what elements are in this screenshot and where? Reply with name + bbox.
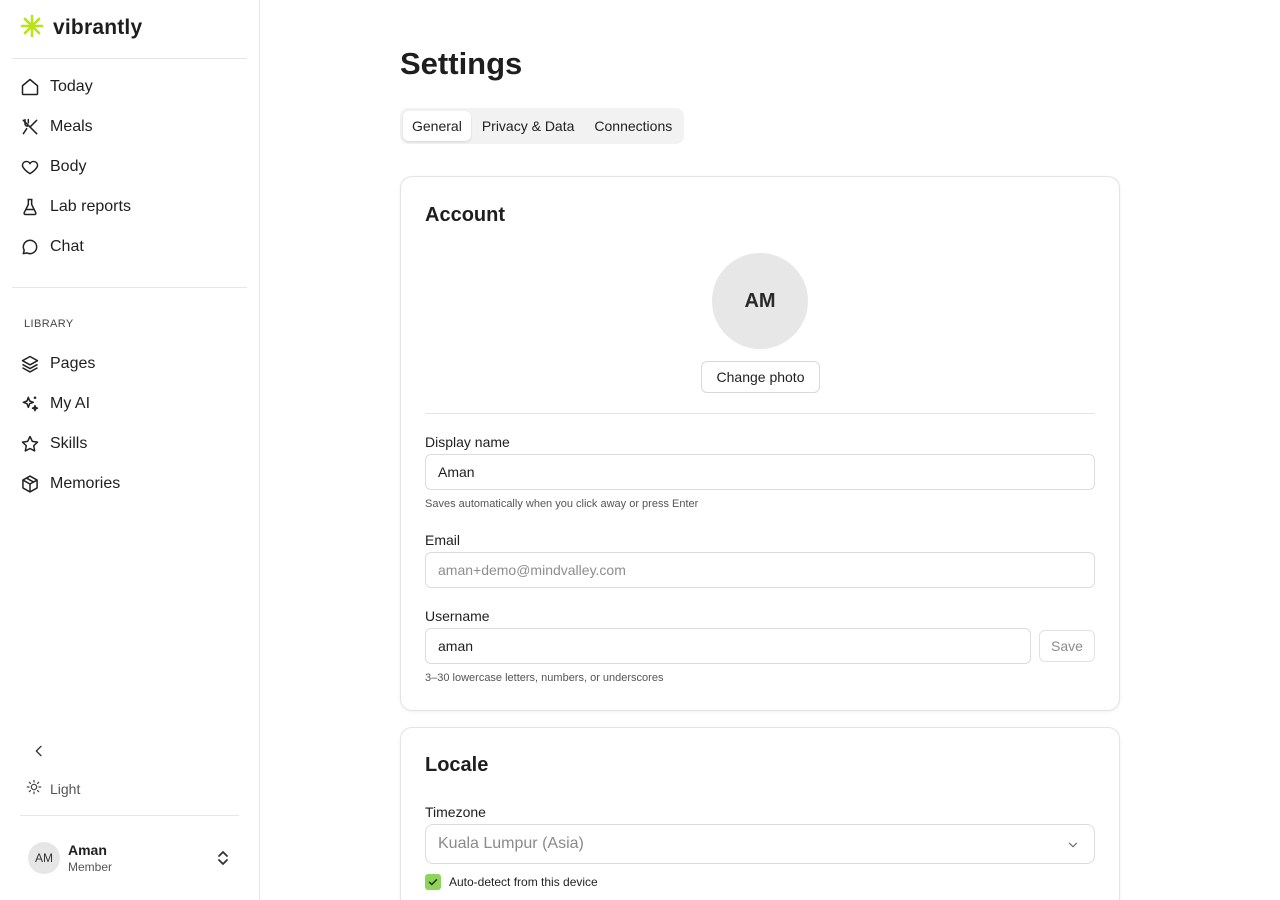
flask-icon <box>20 197 40 217</box>
sidebar: vibrantly Today Meals Body Lab reports C… <box>0 0 260 900</box>
user-menu[interactable]: AM Aman Member <box>20 834 240 882</box>
sidebar-divider <box>12 287 247 288</box>
sidebar-item-meals[interactable]: Meals <box>12 110 246 144</box>
tab-general[interactable]: General <box>403 111 471 141</box>
library-section-label: LIBRARY <box>24 318 74 330</box>
heart-icon <box>20 157 40 177</box>
sidebar-item-body[interactable]: Body <box>12 150 246 184</box>
chevron-left-icon <box>31 743 47 764</box>
avatar: AM <box>712 253 808 349</box>
sidebar-item-label: Lab reports <box>50 198 131 215</box>
user-info: Aman Member <box>68 842 112 874</box>
display-name-hint: Saves automatically when you click away … <box>425 498 699 510</box>
username-hint: 3–30 lowercase letters, numbers, or unde… <box>425 672 664 684</box>
sidebar-item-label: Memories <box>50 475 121 492</box>
sidebar-item-label: Today <box>50 78 93 95</box>
settings-tabs: General Privacy & Data Connections <box>400 108 685 144</box>
tab-privacy-data[interactable]: Privacy & Data <box>473 111 584 141</box>
sidebar-item-label: Chat <box>50 238 84 255</box>
sidebar-item-my-ai[interactable]: My AI <box>12 387 246 421</box>
auto-detect-timezone[interactable]: Auto-detect from this device <box>425 874 598 890</box>
tab-connections[interactable]: Connections <box>585 111 681 141</box>
timezone-label: Timezone <box>425 804 486 820</box>
user-name: Aman <box>68 842 107 858</box>
locale-card: Locale Timezone Kuala Lumpur (Asia) Auto… <box>400 727 1120 900</box>
brand-logo[interactable]: vibrantly <box>20 14 143 43</box>
asterisk-logo-icon <box>20 14 44 43</box>
sidebar-item-lab-reports[interactable]: Lab reports <box>12 190 246 224</box>
account-divider <box>425 413 1095 414</box>
change-photo-button[interactable]: Change photo <box>701 361 820 393</box>
sidebar-item-chat[interactable]: Chat <box>12 230 246 264</box>
sidebar-item-skills[interactable]: Skills <box>12 427 246 461</box>
sidebar-item-label: Meals <box>50 118 93 135</box>
username-label: Username <box>425 608 490 624</box>
sidebar-divider <box>20 815 239 816</box>
sidebar-divider <box>12 58 247 59</box>
theme-toggle[interactable]: Light <box>26 779 80 799</box>
email-field[interactable]: aman+demo@mindvalley.com <box>425 552 1095 588</box>
sidebar-item-label: Pages <box>50 355 96 372</box>
chat-bubble-icon <box>20 237 40 257</box>
save-username-button[interactable]: Save <box>1039 630 1095 662</box>
collapse-sidebar-button[interactable] <box>28 742 50 764</box>
auto-detect-label: Auto-detect from this device <box>449 875 598 889</box>
display-name-label: Display name <box>425 434 510 450</box>
auto-detect-checkbox[interactable] <box>425 874 441 890</box>
sidebar-item-label: Body <box>50 158 87 175</box>
timezone-select[interactable]: Kuala Lumpur (Asia) <box>425 824 1095 864</box>
sidebar-item-label: Skills <box>50 435 88 452</box>
star-icon <box>20 434 40 454</box>
avatar: AM <box>28 842 60 874</box>
sparkles-icon <box>20 394 40 414</box>
cube-icon <box>20 474 40 494</box>
username-field[interactable]: aman <box>425 628 1031 664</box>
theme-label: Light <box>50 781 81 797</box>
sidebar-item-today[interactable]: Today <box>12 70 246 104</box>
brand-name: vibrantly <box>53 16 143 39</box>
sidebar-item-memories[interactable]: Memories <box>12 467 246 501</box>
locale-title: Locale <box>425 754 489 776</box>
account-title: Account <box>425 204 505 226</box>
sidebar-item-label: My AI <box>50 395 91 412</box>
checkmark-icon <box>428 879 438 886</box>
timezone-value: Kuala Lumpur (Asia) <box>438 835 584 852</box>
utensils-crossed-icon <box>20 117 40 137</box>
layers-icon <box>20 354 40 374</box>
user-role: Member <box>68 860 113 874</box>
chevron-down-icon <box>1066 838 1080 857</box>
chevron-up-down-icon <box>216 850 230 871</box>
email-label: Email <box>425 532 461 548</box>
page-title: Settings <box>400 46 523 81</box>
account-card: Account AM Change photo Display name Ama… <box>400 176 1120 711</box>
home-icon <box>20 77 40 97</box>
sun-icon <box>26 779 42 800</box>
sidebar-item-pages[interactable]: Pages <box>12 347 246 381</box>
display-name-field[interactable]: Aman <box>425 454 1095 490</box>
